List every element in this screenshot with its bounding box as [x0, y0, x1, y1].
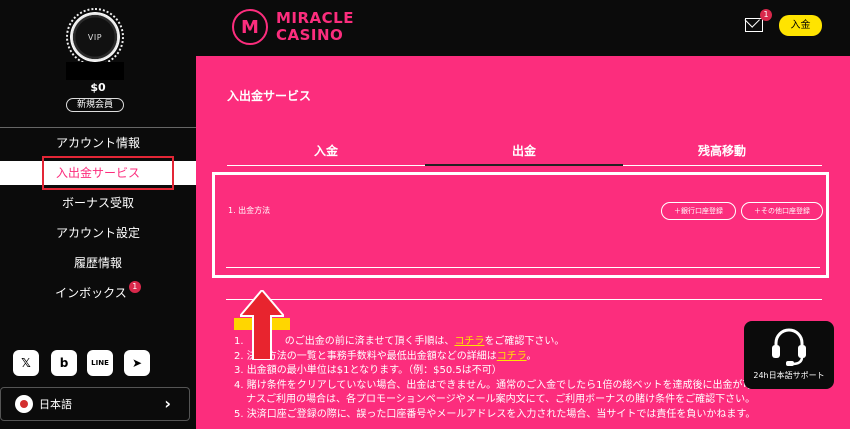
sidebar-item-account-info[interactable]: アカウント情報 — [0, 131, 196, 155]
procedure-link[interactable]: コチラ — [454, 336, 484, 347]
panel-divider — [226, 267, 820, 268]
sidebar-item-inbox[interactable]: インボックス 1 — [0, 281, 196, 305]
inbox-badge: 1 — [128, 281, 141, 293]
sidebar-item-account-settings[interactable]: アカウント設定 — [0, 221, 196, 245]
mail-icon[interactable] — [745, 18, 763, 32]
note-line-5: 5. 決済口座ご登録の際に、誤った口座番号やメールアドレスを入力された場合、当サ… — [234, 408, 756, 420]
member-status-badge: 新規会員 — [66, 98, 124, 112]
red-arrow-up-icon — [240, 290, 284, 360]
register-bank-button[interactable]: ＋銀行口座登録 — [661, 202, 736, 220]
x-icon[interactable]: 𝕏 — [13, 350, 39, 376]
balance: $0 — [90, 81, 106, 94]
withdrawal-method-panel — [212, 172, 829, 278]
notes-divider — [226, 299, 822, 300]
username-redacted — [66, 62, 124, 80]
bluesky-b-icon[interactable]: b — [51, 350, 77, 376]
tab-balance-transfer[interactable]: 残高移動 — [623, 142, 821, 159]
active-tab-indicator — [425, 164, 623, 166]
divider — [0, 127, 196, 128]
headset-icon — [772, 328, 806, 366]
logo-text[interactable]: MIRACLE CASINO — [276, 10, 354, 44]
vip-badge: VIP — [70, 12, 120, 62]
sidebar: VIP $0 新規会員 アカウント情報 入出金サービス ボーナス受取 アカウント… — [0, 0, 196, 429]
highlight-box — [42, 156, 174, 190]
chevron-right-icon: › — [164, 394, 171, 413]
japan-flag-icon — [15, 395, 33, 413]
sidebar-item-bonus[interactable]: ボーナス受取 — [0, 191, 196, 215]
support-label: 24h日本語サポート — [753, 371, 825, 380]
logo-mark[interactable]: M — [232, 9, 268, 45]
mail-badge: 1 — [760, 9, 772, 21]
language-selector[interactable]: 日本語 › — [0, 387, 190, 421]
withdrawal-method-label: 1. 出金方法 — [228, 206, 271, 215]
deposit-button[interactable]: 入金 — [779, 15, 822, 36]
tab-deposit[interactable]: 入金 — [227, 142, 425, 159]
line-icon[interactable]: LINE — [87, 350, 113, 376]
language-label: 日本語 — [39, 398, 72, 411]
vip-label: VIP — [87, 32, 103, 42]
support-chat-button[interactable]: 24h日本語サポート — [744, 321, 834, 389]
page-title: 入出金サービス — [227, 89, 312, 103]
logo-line2: CASINO — [276, 26, 344, 44]
payment-details-link[interactable]: コチラ — [497, 351, 527, 362]
header: M MIRACLE CASINO 1 入金 — [196, 0, 850, 56]
tab-withdrawal[interactable]: 出金 — [425, 142, 623, 159]
logo-line1: MIRACLE — [276, 9, 354, 27]
register-other-button[interactable]: ＋その他口座登録 — [741, 202, 823, 220]
telegram-icon[interactable]: ➤ — [124, 350, 150, 376]
inbox-label: インボックス — [55, 286, 127, 300]
note-line-4b: ナスご利用の場合は、各プロモーションページやメール案内文にて、ご利用ボーナスの賭… — [246, 394, 756, 405]
sidebar-item-history[interactable]: 履歴情報 — [0, 251, 196, 275]
